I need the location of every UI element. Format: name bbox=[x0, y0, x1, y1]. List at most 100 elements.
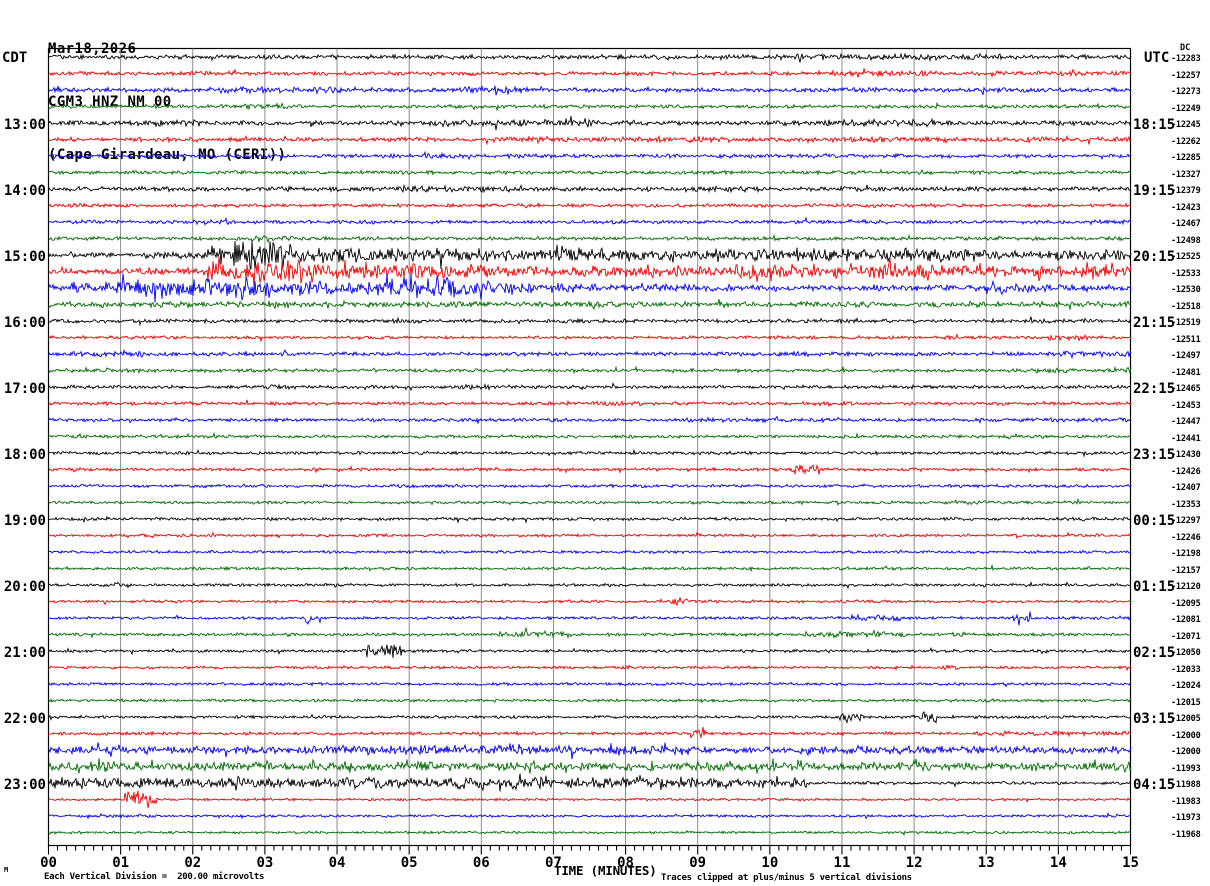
trace-row bbox=[48, 681, 1132, 688]
trace-row bbox=[48, 790, 1132, 808]
dc-offset-value: -12353 bbox=[1171, 499, 1201, 510]
utc-hour-label: 04:15 bbox=[1133, 777, 1176, 793]
dc-offset-value: -12273 bbox=[1171, 87, 1201, 97]
minute-tick-label: 12 bbox=[905, 855, 923, 871]
trace-row bbox=[48, 68, 1132, 79]
dc-offset-value: -12050 bbox=[1171, 648, 1201, 658]
corner-mark: M bbox=[4, 866, 9, 874]
trace-row bbox=[48, 829, 1132, 837]
dc-offset-value: -12000 bbox=[1171, 747, 1201, 757]
trace-row bbox=[48, 316, 1132, 327]
trace-row bbox=[48, 580, 1132, 590]
dc-offset-value: -12262 bbox=[1171, 136, 1201, 147]
trace-row bbox=[48, 233, 1132, 244]
dc-offset-value: -12249 bbox=[1171, 103, 1201, 114]
trace-row bbox=[48, 811, 1132, 820]
utc-hour-label: 19:15 bbox=[1133, 183, 1176, 199]
trace-row bbox=[48, 644, 1132, 659]
dc-offset-value: -12000 bbox=[1171, 730, 1201, 741]
dc-offset-value: -12519 bbox=[1171, 318, 1201, 328]
trace-row bbox=[48, 216, 1132, 226]
trace-row bbox=[48, 531, 1132, 540]
trace-row bbox=[48, 497, 1132, 506]
utc-hour-label: 20:15 bbox=[1133, 249, 1176, 265]
minute-tick-label: 03 bbox=[256, 855, 274, 871]
dc-offset-value: -12498 bbox=[1171, 235, 1201, 246]
dc-offset-value: -12157 bbox=[1171, 565, 1201, 576]
cdt-hour-label: 15:00 bbox=[3, 249, 46, 265]
dc-offset-value: -12530 bbox=[1171, 285, 1201, 295]
dc-offset-value: -12071 bbox=[1171, 631, 1201, 642]
trace-row bbox=[48, 611, 1132, 626]
minute-tick-label: 05 bbox=[400, 855, 418, 871]
trace-row bbox=[48, 299, 1132, 311]
utc-hour-label: 23:15 bbox=[1133, 447, 1176, 463]
trace-row bbox=[48, 664, 1132, 672]
x-axis-title: TIME (MINUTES) bbox=[554, 863, 657, 878]
helicorder-plot bbox=[47, 47, 1132, 855]
minute-tick-label: 06 bbox=[472, 855, 490, 871]
trace-row bbox=[48, 626, 1132, 640]
dc-offset-value: -12497 bbox=[1171, 351, 1201, 361]
trace-row bbox=[48, 597, 1132, 607]
dc-offset-value: -12407 bbox=[1171, 483, 1201, 493]
dc-offset-value: -11993 bbox=[1171, 763, 1201, 774]
utc-hour-label: 00:15 bbox=[1133, 513, 1176, 529]
dc-offset-value: -12453 bbox=[1171, 400, 1201, 411]
dc-offset-value: -11988 bbox=[1171, 780, 1201, 790]
dc-offset-value: -12257 bbox=[1171, 70, 1201, 81]
trace-row bbox=[48, 697, 1132, 704]
cdt-hour-label: 14:00 bbox=[3, 183, 46, 199]
dc-offset-value: -11983 bbox=[1171, 796, 1201, 807]
utc-hour-label: 01:15 bbox=[1133, 579, 1176, 595]
trace-row bbox=[48, 563, 1132, 573]
minute-tick-label: 13 bbox=[977, 855, 995, 871]
minute-tick-label: 02 bbox=[184, 855, 202, 871]
trace-row bbox=[48, 240, 1132, 270]
trace-row bbox=[48, 256, 1132, 287]
dc-offset-value: -12518 bbox=[1171, 301, 1201, 312]
dc-offset-value: -12245 bbox=[1171, 120, 1201, 130]
trace-row bbox=[48, 726, 1132, 740]
dc-offset-value: -12285 bbox=[1171, 153, 1201, 163]
minute-tick-label: 11 bbox=[833, 855, 851, 871]
dc-offset-value: -12033 bbox=[1171, 664, 1201, 675]
dc-offset-value: -12198 bbox=[1171, 549, 1201, 559]
trace-row bbox=[48, 773, 1132, 792]
trace-row bbox=[48, 464, 1132, 476]
minute-tick-label: 15 bbox=[1122, 855, 1139, 871]
cdt-hour-label: 17:00 bbox=[3, 381, 46, 397]
utc-hour-label: 03:15 bbox=[1133, 711, 1176, 727]
plot-frame bbox=[47, 47, 1132, 847]
trace-row bbox=[48, 202, 1132, 209]
dc-offset-value: -12120 bbox=[1171, 582, 1201, 592]
trace-row bbox=[48, 365, 1132, 375]
dc-offset-value: -12511 bbox=[1171, 334, 1201, 345]
utc-hour-label: 18:15 bbox=[1133, 117, 1176, 133]
dc-offset-value: -12465 bbox=[1171, 384, 1201, 394]
dc-offset-value: -12423 bbox=[1171, 202, 1201, 213]
trace-row bbox=[48, 449, 1132, 458]
dc-offset-value: -12525 bbox=[1171, 252, 1201, 262]
dc-offset-value: -12246 bbox=[1171, 532, 1201, 543]
trace-row bbox=[48, 101, 1132, 112]
utc-hour-label: 02:15 bbox=[1133, 645, 1176, 661]
dc-offset-value: -12005 bbox=[1171, 714, 1201, 724]
trace-row bbox=[48, 168, 1132, 176]
trace-row bbox=[48, 415, 1132, 425]
trace-row bbox=[49, 549, 1132, 555]
trace-row bbox=[48, 332, 1132, 343]
cdt-hour-label: 13:00 bbox=[3, 117, 46, 133]
dc-offset-value: -12095 bbox=[1171, 598, 1201, 609]
minute-tick-label: 00 bbox=[40, 855, 57, 871]
dc-offset-value: -12533 bbox=[1171, 268, 1201, 279]
cdt-hour-label: 18:00 bbox=[3, 447, 46, 463]
trace-row bbox=[48, 381, 1131, 392]
minute-tick-label: 01 bbox=[112, 855, 130, 871]
dc-offset-value: -12297 bbox=[1171, 516, 1201, 526]
utc-hour-label: 22:15 bbox=[1133, 381, 1176, 397]
dc-offset-value: -11973 bbox=[1171, 813, 1201, 823]
cdt-hour-label: 19:00 bbox=[3, 513, 46, 529]
dc-offset-value: -12379 bbox=[1171, 186, 1201, 196]
trace-row bbox=[48, 742, 1132, 760]
